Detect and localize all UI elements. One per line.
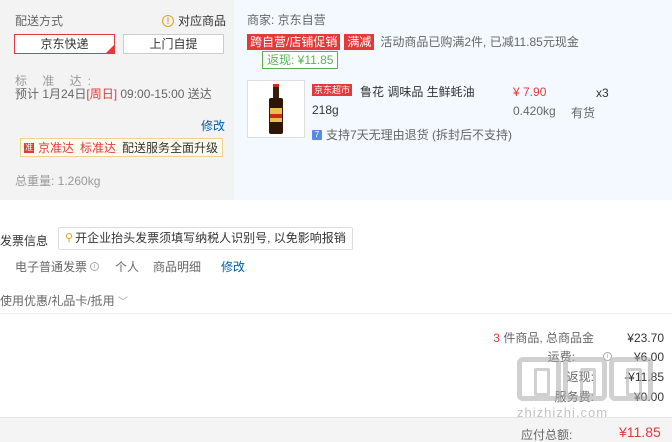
delivery-window: 09:00-15:00 送达: [117, 87, 212, 101]
divider: [0, 313, 672, 314]
promo-row: 跨自营/店铺促销 满减 活动商品已购满2件, 已减11.85元现金: [247, 33, 579, 50]
location-pin-icon: ⚲: [65, 232, 74, 244]
invoice-tip-text: 开企业抬头发票须填写纳税人识别号, 以免影响报销: [75, 231, 346, 245]
payable-total-label: 应付总额:: [521, 428, 573, 442]
product-image[interactable]: [247, 80, 305, 138]
delivery-date: 预计 1月24日: [15, 87, 87, 101]
jd-express-button[interactable]: 京东快递: [14, 34, 115, 54]
items-total-label: 3 件商品, 总商品金: [493, 329, 594, 346]
product-weight: 0.420kg: [513, 104, 556, 118]
return-icon: 7: [312, 129, 322, 140]
invoice-type: 电子普通发票: [15, 260, 88, 274]
vendor-name: 商家: 京东自营: [247, 13, 326, 27]
jd-supermarket-tag: 京东超市: [312, 84, 353, 96]
service-fee-label: 服务费:: [554, 390, 594, 404]
delivery-time: 预计 1月24日[周日] 09:00-15:00 送达: [15, 87, 215, 102]
jzd-logo-icon: 准: [24, 142, 34, 153]
invoice-content: 商品明细: [153, 260, 202, 274]
payable-total-value: ¥11.85: [619, 424, 661, 440]
info-icon: !: [162, 14, 174, 27]
delivery-weekday: [周日]: [86, 87, 118, 101]
cashback-row: 返现: -¥11.85: [567, 368, 664, 385]
freight-row: 运费: i ¥6.00: [548, 348, 664, 365]
promo-tag: 跨自营/店铺促销: [247, 33, 341, 50]
oyster-sauce-bottle-icon: [269, 84, 283, 134]
return-policy: 7 支持7天无理由退货 (拆封后不支持): [312, 126, 512, 143]
items-label: 件商品, 总商品金: [499, 331, 594, 345]
product-quantity: x3: [596, 86, 609, 100]
self-pickup-button[interactable]: 上门自提: [123, 34, 224, 54]
upgrade-text: 配送服务全面升级: [122, 141, 219, 155]
matching-items-label: 对应商品: [178, 14, 227, 28]
modify-shipping-link[interactable]: 修改: [201, 117, 225, 134]
info-icon[interactable]: i: [90, 262, 100, 271]
jd-express-label: 京东快递: [40, 37, 89, 51]
modify-invoice-link[interactable]: 修改: [221, 258, 245, 275]
delivery-upgrade-banner[interactable]: 准 京准达 标准达 配送服务全面升级: [20, 138, 223, 157]
self-pickup-label: 上门自提: [149, 37, 198, 51]
product-price: ¥ 7.90: [513, 85, 547, 99]
service-fee-row: 服务费: ¥0.00: [555, 388, 664, 405]
invoice-tip: ⚲ 开企业抬头发票须填写纳税人识别号, 以免影响报销: [58, 227, 353, 250]
coupon-toggle[interactable]: 使用优惠/礼品卡/抵用 ﹀: [0, 292, 128, 309]
return-policy-text: 支持7天无理由退货 (拆封后不支持): [326, 128, 513, 142]
coupon-label: 使用优惠/礼品卡/抵用: [0, 294, 115, 308]
freight-value: ¥6.00: [633, 349, 664, 364]
item-count: 3: [493, 331, 500, 345]
jzd-label: 京准达: [38, 141, 75, 155]
service-fee-value: ¥0.00: [633, 389, 664, 404]
chevron-down-icon: ﹀: [118, 297, 129, 308]
bzd-label: 标准达: [80, 141, 117, 155]
items-total-row: 3 件商品, 总商品金 ¥23.70: [493, 329, 664, 346]
rebate-badge: 返现: ¥11.85: [262, 51, 339, 69]
cashback-value: -¥11.85: [624, 369, 664, 384]
shipping-title: 配送方式: [15, 14, 64, 28]
items-total-value: ¥23.70: [627, 330, 664, 345]
cashback-label: 返现:: [566, 370, 594, 384]
selected-corner-icon: [106, 45, 114, 53]
invoice-recipient: 个人: [115, 260, 140, 274]
freight-label: 运费:: [547, 350, 575, 364]
matching-items-link[interactable]: ! 对应商品: [162, 12, 226, 29]
payable-total-bar: 应付总额: ¥11.85: [0, 417, 672, 442]
invoice-title: 发票信息: [0, 234, 49, 248]
discount-tag: 满减: [344, 33, 375, 50]
stock-status: 有货: [571, 106, 596, 120]
invoice-details: 电子普通发票 i 个人 商品明细 修改: [15, 258, 259, 275]
promo-text: 活动商品已购满2件, 已减11.85元现金: [380, 35, 579, 49]
total-weight: 总重量: 1.260kg: [15, 174, 101, 188]
info-icon[interactable]: i: [603, 352, 612, 361]
